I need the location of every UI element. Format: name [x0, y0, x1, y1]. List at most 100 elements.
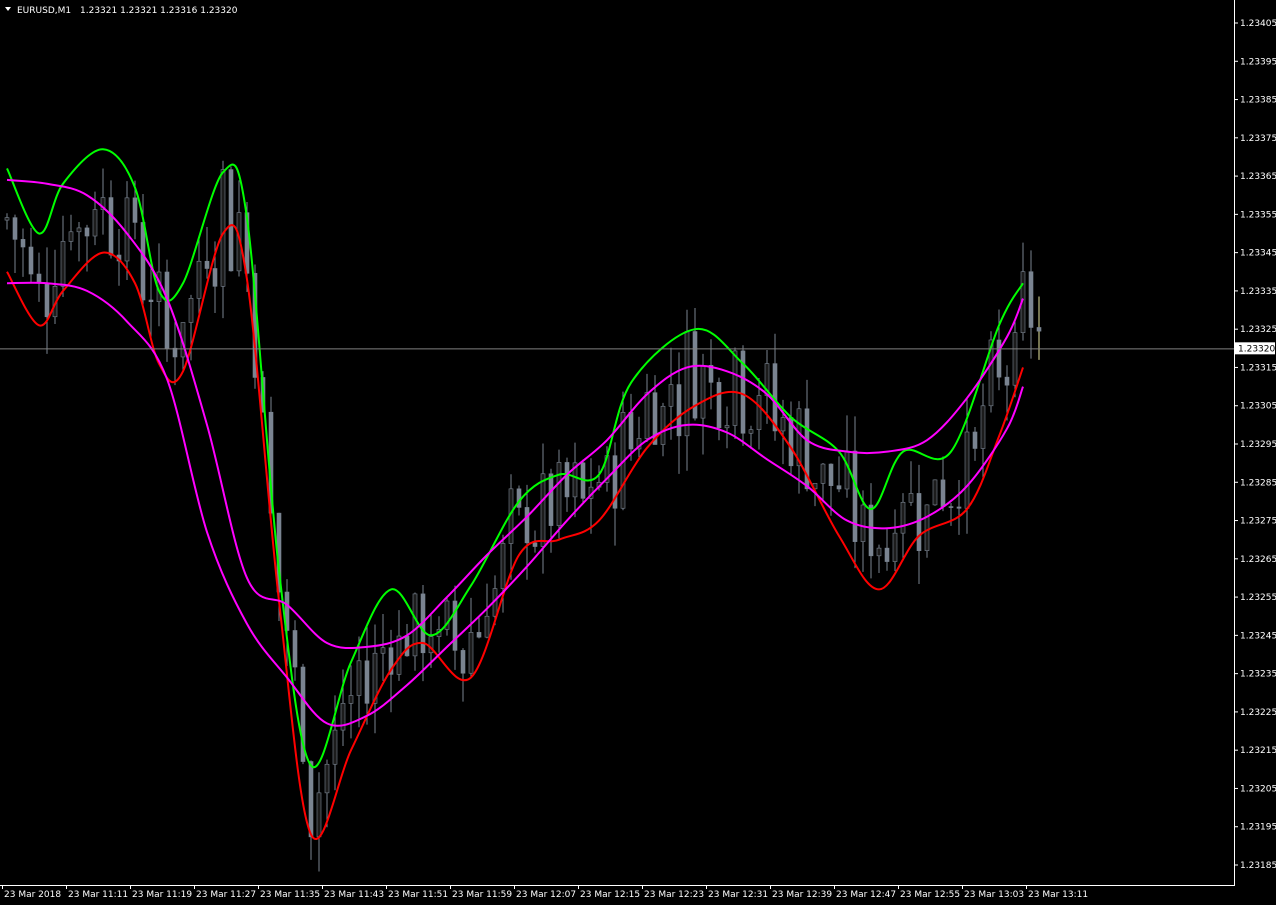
x-tick-label: 23 Mar 11:51 [388, 890, 448, 900]
candle-body [1012, 332, 1018, 386]
y-tick-label: 1.23385 [1240, 96, 1276, 106]
candle-body [876, 547, 882, 557]
candle-body [500, 543, 506, 589]
candle-body [644, 392, 650, 439]
candle-body [188, 298, 194, 323]
candle-body [828, 463, 834, 486]
y-tick-label: 1.23205 [1240, 784, 1276, 794]
candle-body [892, 532, 898, 562]
y-tick-label: 1.23285 [1240, 478, 1276, 488]
candle-body [852, 450, 858, 542]
candle-body [164, 271, 170, 349]
candle-body [932, 479, 938, 506]
candle-body [868, 504, 874, 557]
candle-body [28, 246, 34, 275]
y-tick-label: 1.23335 [1240, 287, 1276, 297]
x-tick-label: 23 Mar 12:15 [580, 890, 640, 900]
candle-body [132, 197, 138, 223]
candle-body [84, 227, 90, 237]
x-tick-label: 23 Mar 11:43 [324, 890, 384, 900]
candle-body [356, 660, 362, 696]
candle-body [836, 485, 842, 490]
y-tick-label: 1.23365 [1240, 172, 1276, 182]
candle-body [412, 593, 418, 657]
candle-body [468, 632, 474, 674]
y-tick-label: 1.23245 [1240, 631, 1276, 641]
candle-body [172, 347, 178, 358]
ohlc-values: 1.23321 1.23321 1.23316 1.23320 [80, 6, 238, 16]
x-tick-label: 23 Mar 11:59 [452, 890, 512, 900]
candle-body [76, 227, 82, 233]
candle-body [748, 429, 754, 434]
candle-body [972, 431, 978, 449]
candle-body [68, 231, 74, 242]
y-tick-label: 1.23275 [1240, 517, 1276, 527]
x-tick-label: 23 Mar 11:19 [132, 890, 192, 900]
candle-body [948, 506, 954, 508]
candle-body [4, 217, 10, 221]
y-tick-label: 1.23225 [1240, 708, 1276, 718]
candle-body [324, 763, 330, 794]
candle-body [908, 493, 914, 503]
current-price-badge: 1.23320 [1235, 342, 1275, 355]
y-tick-label: 1.23185 [1240, 861, 1276, 871]
chart-background [0, 0, 1276, 905]
x-tick-label: 23 Mar 13:11 [1028, 890, 1088, 900]
candle-body [124, 197, 130, 262]
candle-body [900, 501, 906, 534]
candle-body [292, 630, 298, 668]
y-tick-label: 1.23295 [1240, 440, 1276, 450]
candle-body [1028, 271, 1034, 328]
candle-body [564, 462, 570, 498]
candle-body [684, 331, 690, 437]
candle-body [556, 462, 562, 526]
candle-body [884, 547, 890, 562]
candle-body [204, 260, 210, 269]
x-tick-label: 23 Mar 12:47 [836, 890, 896, 900]
y-tick-label: 1.23315 [1240, 363, 1276, 373]
y-tick-label: 1.23355 [1240, 210, 1276, 220]
candle-body [532, 542, 538, 547]
candle-body [540, 473, 546, 547]
candle-body [820, 463, 826, 484]
candle-body [220, 169, 226, 287]
candle-body [460, 650, 466, 674]
candle-body [348, 695, 354, 704]
candle-body [484, 615, 490, 638]
x-tick-label: 23 Mar 11:35 [260, 890, 320, 900]
x-tick-label: 23 Mar 2018 [4, 890, 61, 900]
symbol-label: EURUSD,M1 [17, 6, 71, 16]
x-tick-label: 23 Mar 12:55 [900, 890, 960, 900]
y-tick-label: 1.23345 [1240, 249, 1276, 259]
candle-body [940, 479, 946, 507]
candle-body [548, 473, 554, 526]
x-tick-label: 23 Mar 12:23 [644, 890, 704, 900]
y-tick-label: 1.23255 [1240, 593, 1276, 603]
y-tick-label: 1.23265 [1240, 555, 1276, 565]
candle-body [732, 350, 738, 426]
candle-body [196, 260, 202, 299]
candle-body [996, 339, 1002, 378]
candle-body [524, 507, 530, 544]
candle-body [20, 239, 26, 248]
candle-body [668, 384, 674, 407]
chart-canvas[interactable]: 1.23405 1.23395 1.23385 1.23375 1.23365 1.233… [0, 0, 1276, 905]
y-tick-label: 1.23375 [1240, 134, 1276, 144]
candle-body [380, 647, 386, 654]
chart-header: EURUSD,M1 1.23321 1.23321 1.23316 1.2332… [5, 6, 238, 16]
candle-body [628, 412, 634, 450]
candle-body [716, 382, 722, 429]
candle-body [404, 635, 410, 657]
candle-body [212, 268, 218, 287]
candle-body [1036, 327, 1042, 332]
x-tick-label: 23 Mar 13:03 [964, 890, 1024, 900]
candle-body [140, 222, 146, 301]
candle-body [860, 504, 866, 542]
x-tick-label: 23 Mar 12:39 [772, 890, 832, 900]
x-tick-label: 23 Mar 11:11 [68, 890, 128, 900]
candle-body [780, 417, 786, 432]
y-tick-label: 1.23195 [1240, 823, 1276, 833]
y-tick-label: 1.23395 [1240, 57, 1276, 67]
x-tick-label: 23 Mar 12:07 [516, 890, 576, 900]
candle-body [956, 506, 962, 509]
